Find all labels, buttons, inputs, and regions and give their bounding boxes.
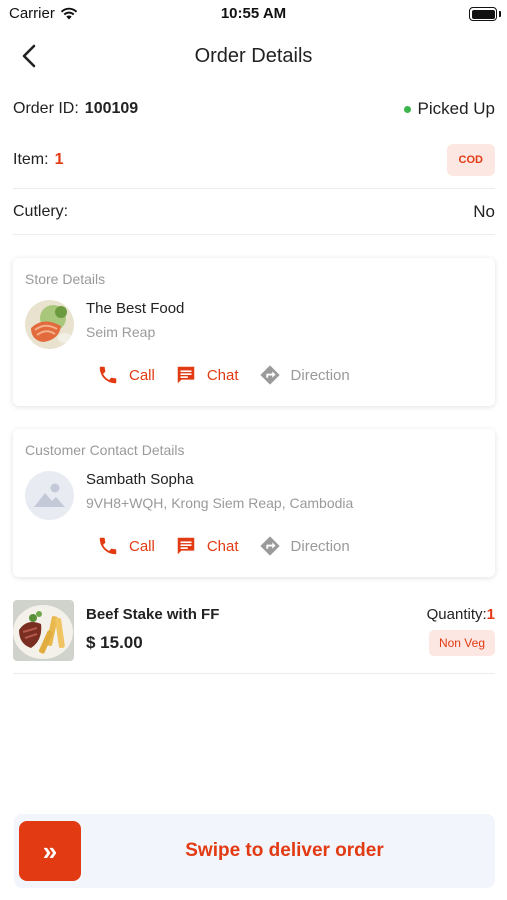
item-image xyxy=(13,600,74,661)
item-price: $ 15.00 xyxy=(86,633,143,652)
item-count-value: 1 xyxy=(54,151,64,168)
cutlery-row: Cutlery: No xyxy=(13,199,495,225)
item-tag-badge: Non Veg xyxy=(428,630,495,656)
page-title: Order Details xyxy=(194,45,313,67)
store-avatar xyxy=(25,300,74,349)
order-status-label: Picked Up xyxy=(417,99,495,118)
phone-icon xyxy=(99,366,117,384)
store-name: The Best Food xyxy=(86,300,185,317)
chat-label: Chat xyxy=(206,537,239,555)
item-quantity: Quantity:1 xyxy=(427,606,495,623)
divider xyxy=(13,188,495,189)
cutlery-label: Cutlery: xyxy=(13,203,69,220)
customer-chat-button[interactable]: Chat xyxy=(175,535,239,557)
customer-details-card: Customer Contact Details Sambath Sopha 9… xyxy=(13,429,495,577)
store-actions: Call Chat Direction xyxy=(97,364,370,386)
order-id-row: Order ID: 100109 Picked Up xyxy=(13,96,495,122)
phone-icon xyxy=(99,537,117,555)
store-location: Seim Reap xyxy=(86,324,156,340)
order-id-label: Order ID: xyxy=(13,100,79,117)
quantity-label: Quantity: xyxy=(426,606,487,623)
chat-icon xyxy=(177,537,195,555)
payment-badge: COD xyxy=(446,144,495,176)
battery-icon xyxy=(469,7,497,21)
divider xyxy=(13,673,495,674)
customer-actions: Call Chat Direction xyxy=(97,535,370,557)
food-image xyxy=(13,600,74,661)
customer-direction-button[interactable]: Direction xyxy=(259,535,350,557)
clock: 10:55 AM xyxy=(220,5,287,22)
call-label: Call xyxy=(129,366,155,384)
quantity-value: 1 xyxy=(486,606,495,623)
cutlery-value: No xyxy=(473,202,495,221)
customer-address: 9VH8+WQH, Krong Siem Reap, Cambodia xyxy=(86,495,354,511)
store-call-button[interactable]: Call xyxy=(97,364,155,386)
order-id-value: 100109 xyxy=(84,100,139,117)
customer-avatar xyxy=(25,471,74,520)
direction-icon xyxy=(259,536,280,556)
item-label: Item: xyxy=(13,151,49,168)
direction-label: Direction xyxy=(290,366,350,384)
chat-icon xyxy=(177,366,195,384)
chat-label: Chat xyxy=(206,366,239,384)
nav-bar: Order Details xyxy=(0,36,507,76)
store-chat-button[interactable]: Chat xyxy=(175,364,239,386)
call-label: Call xyxy=(129,537,155,555)
order-status: Picked Up xyxy=(403,99,495,119)
store-details-card: Store Details The Best Food Seim Reap Ca… xyxy=(13,258,495,406)
image-placeholder-icon xyxy=(25,471,74,520)
swipe-label: Swipe to deliver order xyxy=(185,840,384,861)
order-item-row: Beef Stake with FF $ 15.00 Quantity:1 No… xyxy=(13,600,495,662)
status-bar: Carrier 10:55 AM xyxy=(0,0,507,28)
store-section-title: Store Details xyxy=(25,271,106,287)
item-name: Beef Stake with FF xyxy=(86,606,220,623)
battery-tip xyxy=(499,11,501,17)
food-image xyxy=(25,300,74,349)
divider xyxy=(13,234,495,235)
store-direction-button[interactable]: Direction xyxy=(259,364,350,386)
direction-label: Direction xyxy=(290,537,350,555)
customer-section-title: Customer Contact Details xyxy=(25,442,185,458)
customer-call-button[interactable]: Call xyxy=(97,535,155,557)
item-count-row: Item: 1 COD xyxy=(13,143,495,177)
customer-name: Sambath Sopha xyxy=(86,471,194,488)
status-dot-icon xyxy=(403,105,411,113)
swipe-to-deliver-slider[interactable]: » Swipe to deliver order xyxy=(14,814,495,888)
direction-icon xyxy=(259,365,280,385)
double-chevron-right-icon: » xyxy=(42,835,58,866)
swipe-handle[interactable]: » xyxy=(19,821,81,881)
